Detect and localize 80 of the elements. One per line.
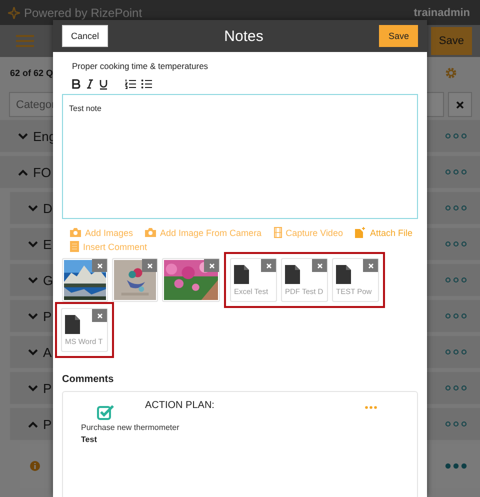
category-name: E [43, 236, 52, 252]
more-icon[interactable] [445, 241, 467, 247]
more-icon[interactable] [445, 349, 467, 355]
comment-text: Purchase new thermometer [81, 423, 180, 432]
category-name: P [43, 308, 52, 324]
chevron-down-icon[interactable] [28, 205, 38, 212]
remove-button[interactable] [92, 259, 107, 272]
category-name: P [43, 380, 52, 396]
capture-video-link[interactable]: Capture Video [274, 227, 343, 238]
question-count: 62 of 62 Q [10, 68, 54, 78]
numbered-list-icon[interactable] [125, 79, 136, 89]
remove-button[interactable] [312, 259, 327, 272]
note-icon [70, 241, 79, 252]
diamond-star-icon [8, 6, 20, 18]
remove-button[interactable] [363, 259, 378, 272]
more-icon[interactable] [445, 385, 467, 391]
save-button[interactable]: Save [379, 25, 418, 47]
save-button[interactable]: Save [430, 27, 472, 55]
more-icon[interactable] [445, 313, 467, 319]
add-image-link[interactable]: Add Image From Camera [145, 227, 262, 238]
film-icon [274, 227, 282, 238]
clear-button[interactable] [448, 92, 472, 117]
chevron-down-icon[interactable] [18, 133, 28, 140]
document-icon [336, 265, 351, 284]
category-name: P [43, 416, 52, 432]
close-icon [208, 262, 214, 268]
more-icon[interactable] [445, 169, 467, 175]
close-icon [266, 262, 272, 268]
file-plus-icon [354, 227, 366, 238]
more-icon[interactable] [445, 421, 467, 427]
attach-file-link[interactable]: Attach File [354, 227, 412, 238]
info-icon [30, 461, 40, 471]
chevron-down-icon[interactable] [28, 349, 38, 356]
note-field[interactable]: Test note [62, 94, 418, 219]
more-icon[interactable] [445, 463, 467, 469]
remove-button[interactable] [92, 309, 107, 322]
comment-title: ACTION PLAN: [145, 400, 214, 411]
remove-button[interactable] [261, 259, 276, 272]
more-icon[interactable] [445, 133, 467, 139]
chevron-down-icon[interactable] [28, 277, 38, 284]
camera-icon [70, 228, 81, 237]
cancel-button[interactable]: Cancel [62, 25, 108, 47]
remove-button[interactable] [142, 259, 157, 272]
photo-thumbnail[interactable] [162, 258, 220, 302]
comment-author: Test [81, 435, 98, 444]
insert-comment-link[interactable]: Insert Comment [70, 241, 148, 252]
camera-icon [145, 228, 156, 237]
document-icon [285, 265, 300, 284]
document-icon [65, 315, 80, 334]
category-name: D [43, 200, 52, 216]
close-icon [146, 262, 152, 268]
chevron-down-icon[interactable] [28, 241, 38, 248]
close-icon [368, 262, 374, 268]
comments-heading: Comments [62, 374, 115, 385]
bulleted-list-icon[interactable] [141, 79, 152, 89]
dialog-title: Notes [224, 28, 264, 44]
photo-thumbnail[interactable] [62, 258, 108, 302]
close-icon [316, 262, 322, 268]
user-name[interactable]: trainadmin [414, 6, 470, 18]
document-icon [234, 265, 249, 284]
underline-icon[interactable] [99, 78, 108, 90]
brand-text: Powered by RizePoint [24, 6, 142, 20]
chevron-up-icon[interactable] [28, 421, 38, 428]
more-icon[interactable] [445, 205, 467, 211]
remove-button[interactable] [204, 259, 219, 272]
photo-thumbnail[interactable] [112, 258, 158, 302]
chevron-down-icon[interactable] [28, 385, 38, 392]
bold-icon[interactable] [72, 79, 81, 89]
close-icon [456, 101, 464, 109]
chevron-down-icon[interactable] [28, 313, 38, 320]
category-name: G [43, 272, 54, 288]
add-image-link[interactable]: Add Images [70, 227, 134, 238]
more-icon[interactable] [445, 277, 467, 283]
close-icon [96, 312, 102, 318]
category-name: FO [33, 164, 52, 180]
chevron-up-icon[interactable] [18, 169, 28, 176]
question-title: Proper cooking time & temperatures [72, 61, 210, 71]
italic-icon[interactable] [86, 79, 94, 89]
close-icon [96, 262, 102, 268]
category-name: A [43, 344, 52, 360]
